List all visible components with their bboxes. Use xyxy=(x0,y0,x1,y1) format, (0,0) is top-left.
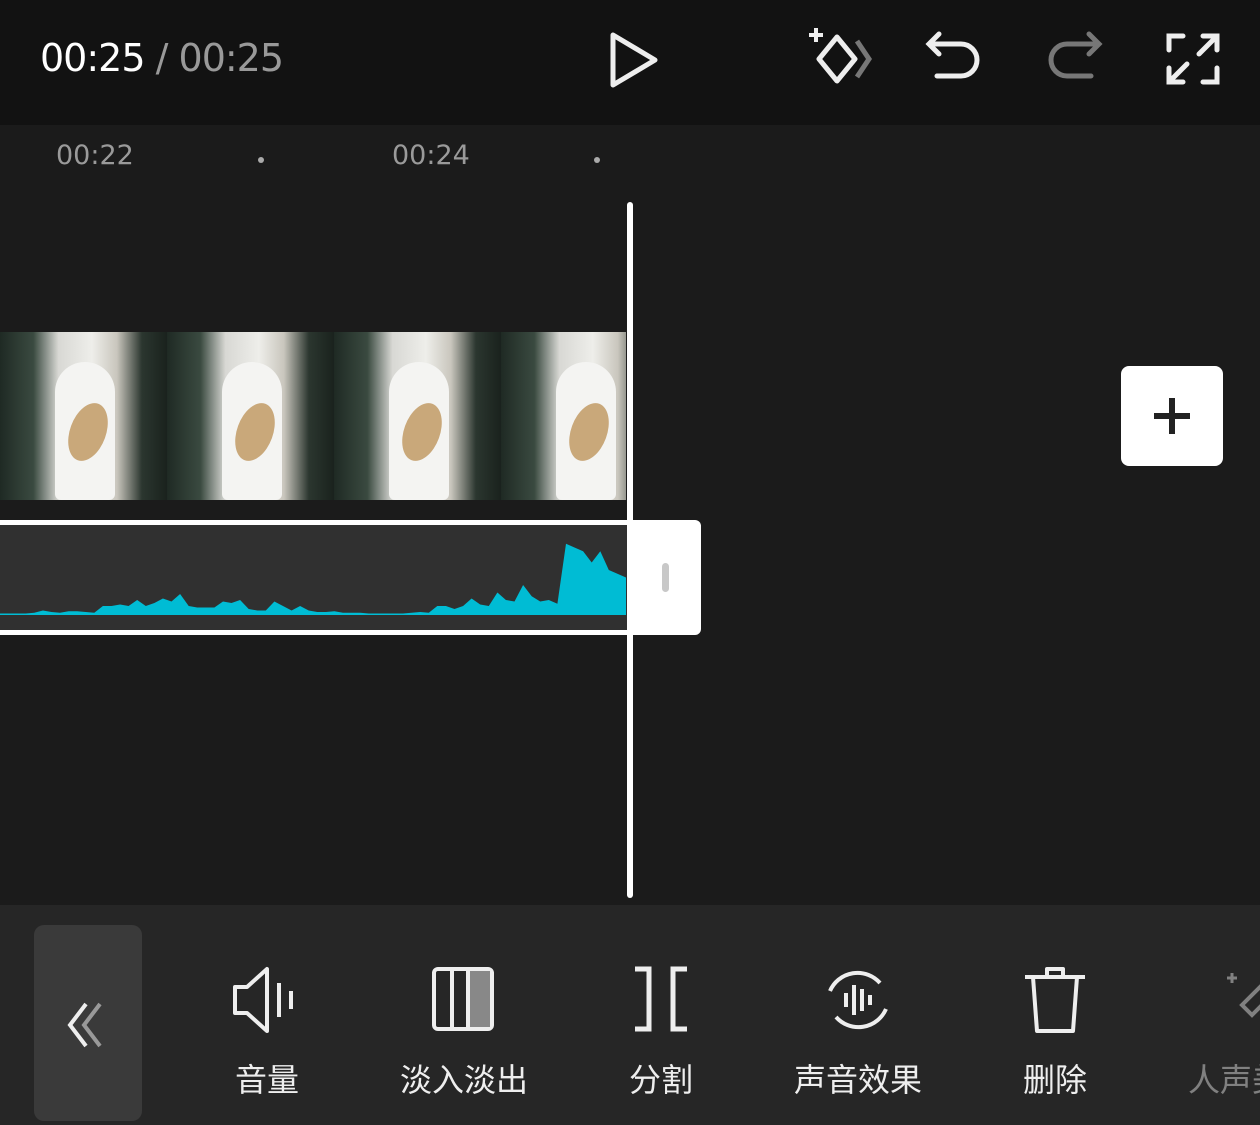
video-clip[interactable] xyxy=(0,332,626,500)
audio-trim-handle[interactable] xyxy=(630,520,701,635)
redo-icon[interactable] xyxy=(1043,30,1103,86)
tool-sound-effect[interactable]: 声音效果 xyxy=(768,965,948,1101)
tool-split[interactable]: 分割 xyxy=(571,965,751,1101)
time-display: 00:25 / 00:25 xyxy=(40,36,285,80)
sound-effect-icon xyxy=(828,970,888,1030)
ruler-dot xyxy=(594,157,600,163)
tool-label: 人声美化 xyxy=(1187,1061,1260,1099)
add-clip-button[interactable] xyxy=(1121,366,1223,466)
volume-icon xyxy=(233,967,293,1033)
current-time: 00:25 xyxy=(40,36,146,80)
tool-volume[interactable]: 音量 xyxy=(177,965,357,1101)
ruler-label: 00:24 xyxy=(392,140,470,171)
voice-enhance-icon xyxy=(1227,973,1260,1031)
audio-waveform xyxy=(0,543,626,615)
collapse-icon xyxy=(67,1002,102,1048)
fade-icon xyxy=(432,967,494,1031)
time-separator: / xyxy=(155,36,169,80)
delete-icon xyxy=(1025,967,1085,1033)
fullscreen-icon[interactable] xyxy=(1165,32,1221,86)
ruler-dot xyxy=(258,157,264,163)
undo-icon[interactable] xyxy=(925,30,985,86)
waveform-shape xyxy=(0,543,626,615)
video-thumbnail xyxy=(501,332,626,500)
collapse-button[interactable] xyxy=(34,925,142,1121)
video-thumbnail xyxy=(334,332,501,500)
tool-label: 删除 xyxy=(1022,1061,1087,1099)
bottom-toolbar: 音量 淡入淡出 分割 声音效果 删除 人声美化 xyxy=(0,905,1260,1125)
video-thumbnail xyxy=(167,332,334,500)
tool-voice-enhance[interactable]: 人声美化 xyxy=(1162,965,1260,1101)
add-keyframe-icon[interactable] xyxy=(805,25,875,87)
split-icon xyxy=(635,966,687,1032)
tool-label: 淡入淡出 xyxy=(399,1061,528,1099)
top-bar: 00:25 / 00:25 xyxy=(0,0,1260,125)
tool-fade[interactable]: 淡入淡出 xyxy=(374,965,554,1101)
tool-label: 音量 xyxy=(234,1061,299,1099)
plus-icon xyxy=(1154,398,1190,434)
tool-delete[interactable]: 删除 xyxy=(965,965,1145,1101)
audio-clip-selected[interactable] xyxy=(0,520,630,635)
tool-label: 声音效果 xyxy=(793,1061,922,1099)
playhead[interactable] xyxy=(627,202,633,898)
tool-label: 分割 xyxy=(628,1061,693,1099)
play-icon[interactable] xyxy=(605,30,661,90)
video-thumbnail xyxy=(0,332,167,500)
ruler-label: 00:22 xyxy=(56,140,134,171)
total-time: 00:25 xyxy=(178,36,285,80)
